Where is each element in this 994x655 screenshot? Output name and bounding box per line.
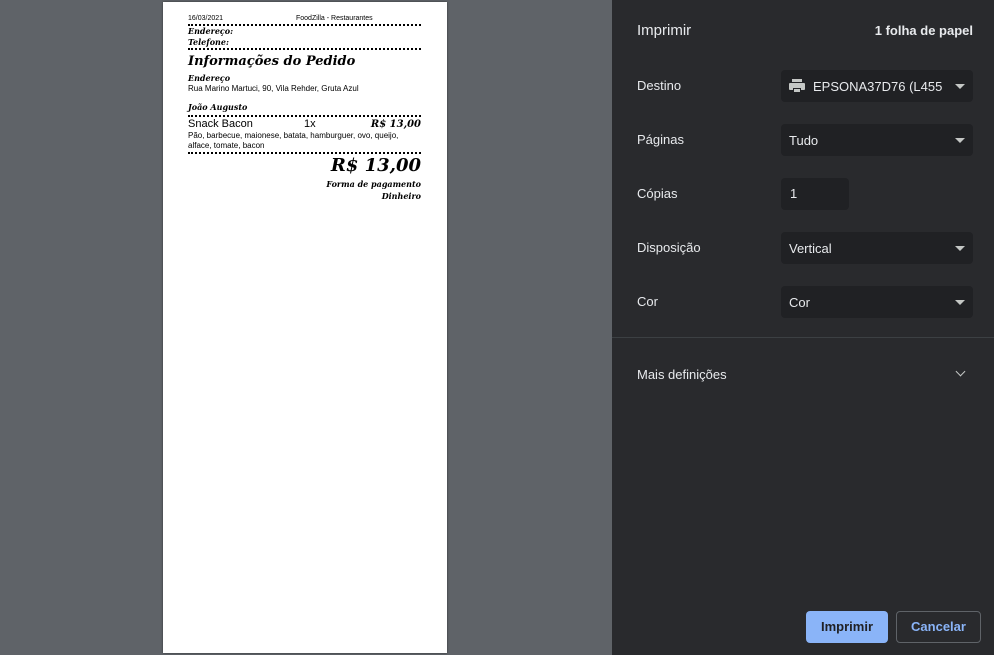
chevron-down-icon[interactable] <box>955 366 966 377</box>
delivery-address: Rua Marino Martuci, 90, Vila Rehder, Gru… <box>188 84 359 93</box>
receipt: 16/03/2021 FoodZilla - Restaurantes Ende… <box>188 14 421 202</box>
order-total: R$ 13,00 <box>330 155 421 176</box>
item-description: Pão, barbecue, maionese, batata, hamburg… <box>188 131 399 150</box>
customer-name: João Augusto <box>188 102 248 112</box>
item-qty: 1x <box>304 118 316 130</box>
layout-value: Vertical <box>789 240 832 256</box>
pages-select[interactable]: Tudo <box>781 124 973 156</box>
layout-label: Disposição <box>637 240 701 255</box>
item-name: Snack Bacon <box>188 118 253 130</box>
panel-title: Imprimir <box>637 22 692 39</box>
caret-down-icon <box>955 137 965 143</box>
destination-value: EPSONA37D76 (L455 <box>813 78 943 94</box>
item-price: R$ 13,00 <box>370 119 421 130</box>
copies-input[interactable]: 1 <box>781 178 849 210</box>
payment-method: Dinheiro <box>381 191 421 201</box>
receipt-header: 16/03/2021 FoodZilla - Restaurantes <box>188 14 421 23</box>
pages-label: Páginas <box>637 132 684 147</box>
phone-label: Telefone: <box>188 37 229 47</box>
print-preview-area: 16/03/2021 FoodZilla - Restaurantes Ende… <box>0 0 612 655</box>
payment-label: Forma de pagamento <box>326 179 421 189</box>
receipt-date: 16/03/2021 <box>188 15 224 22</box>
divider <box>188 115 421 117</box>
address-label: Endereço: <box>188 26 234 36</box>
caret-down-icon <box>955 245 965 251</box>
order-item-row: Snack Bacon 1x R$ 13,00 <box>188 118 421 131</box>
pages-value: Tudo <box>789 132 819 148</box>
print-settings-panel: Imprimir 1 folha de papel Destino EPSONA… <box>612 0 994 655</box>
order-info-title: Informações do Pedido <box>188 54 356 69</box>
receipt-restaurant: FoodZilla - Restaurantes <box>296 15 373 22</box>
preview-page: 16/03/2021 FoodZilla - Restaurantes Ende… <box>163 2 447 653</box>
print-button[interactable]: Imprimir <box>806 611 888 643</box>
cancel-button[interactable]: Cancelar <box>896 611 981 643</box>
sheet-count: 1 folha de papel <box>874 23 973 38</box>
layout-select[interactable]: Vertical <box>781 232 973 264</box>
printer-icon <box>789 79 805 93</box>
caret-down-icon <box>955 299 965 305</box>
divider <box>188 48 421 50</box>
color-value: Cor <box>789 294 810 310</box>
caret-down-icon <box>955 83 965 89</box>
destination-select[interactable]: EPSONA37D76 (L455 <box>781 70 973 102</box>
color-label: Cor <box>637 294 658 309</box>
more-settings-toggle[interactable]: Mais definições <box>637 367 727 382</box>
copies-label: Cópias <box>637 186 678 201</box>
panel-divider <box>612 337 994 338</box>
delivery-address-label: Endereço <box>188 73 231 83</box>
color-select[interactable]: Cor <box>781 286 973 318</box>
destination-label: Destino <box>637 78 682 93</box>
